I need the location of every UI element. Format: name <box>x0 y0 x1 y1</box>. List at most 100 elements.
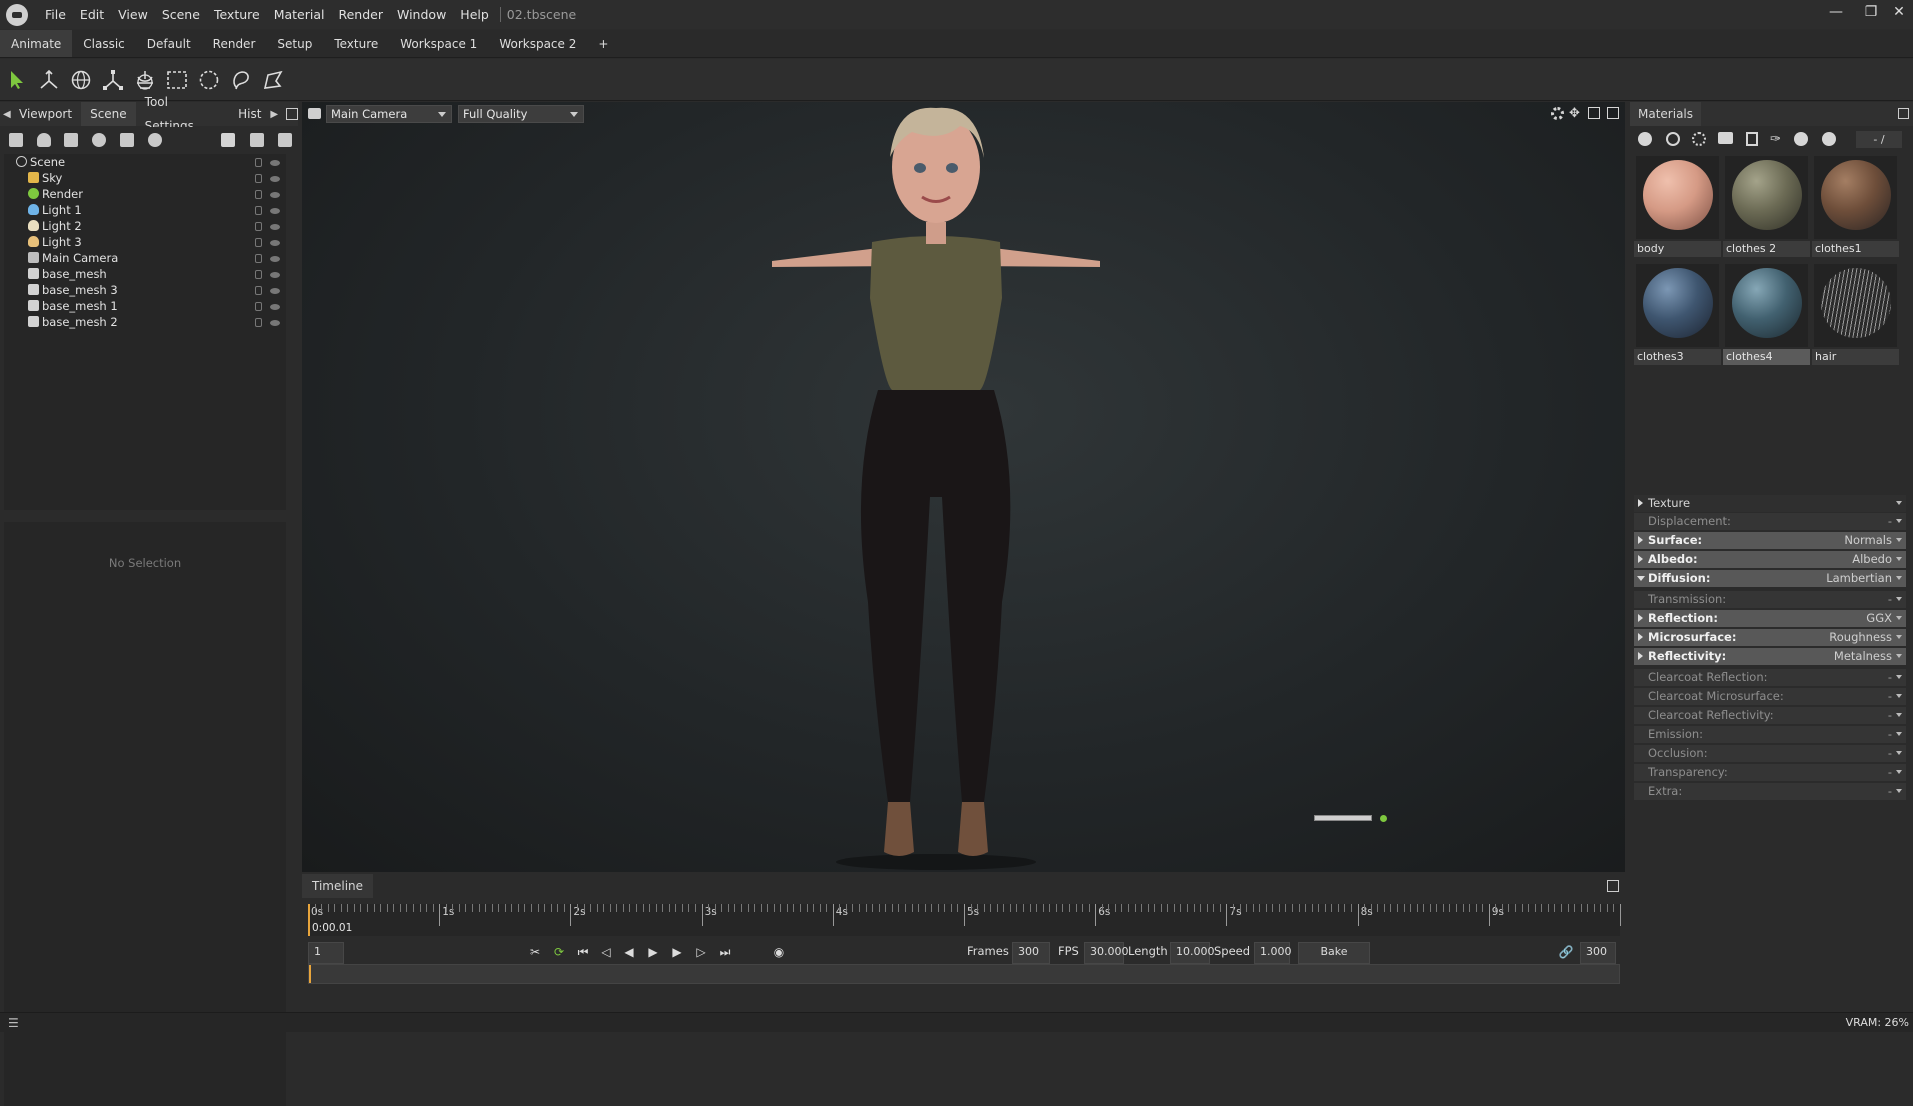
frame-forward-icon[interactable]: ▶ <box>670 945 684 959</box>
current-frame-input[interactable]: 1 <box>308 942 344 964</box>
property-row[interactable]: Microsurface: Roughness <box>1634 629 1906 646</box>
lock-icon[interactable] <box>255 174 262 183</box>
tab-workspace-1[interactable]: Workspace 1 <box>389 30 488 57</box>
add-workspace-button[interactable]: + <box>587 30 619 57</box>
property-row[interactable]: Transmission: - <box>1634 591 1906 608</box>
picker-icon[interactable]: ✑ <box>1770 132 1781 147</box>
material-clothes3[interactable]: clothes3 <box>1634 262 1721 367</box>
menu-edit[interactable]: Edit <box>73 7 111 22</box>
tree-item-light-2[interactable]: Light 2 <box>4 219 286 235</box>
eye-icon[interactable] <box>270 176 280 182</box>
apply-icon[interactable] <box>1794 132 1808 146</box>
material-clothes-2[interactable]: clothes 2 <box>1723 154 1810 259</box>
playhead[interactable] <box>308 904 310 936</box>
tree-item-base-mesh[interactable]: base_mesh <box>4 267 286 283</box>
property-row[interactable]: Extra: - <box>1634 783 1906 800</box>
tabs-scroll-right-icon[interactable]: ▶ <box>270 109 278 120</box>
duplicate-icon[interactable] <box>250 133 264 147</box>
keyframe-track[interactable] <box>308 964 1620 984</box>
scale-icon[interactable] <box>100 67 126 93</box>
lock-icon[interactable] <box>255 286 262 295</box>
add-group-icon[interactable] <box>92 133 106 147</box>
polygon-select-icon[interactable] <box>260 67 286 93</box>
step-back-icon[interactable]: ◁ <box>599 945 613 959</box>
speed-input[interactable]: 1.000 <box>1254 942 1292 964</box>
lock-icon[interactable] <box>255 158 262 167</box>
eye-icon[interactable] <box>270 256 280 262</box>
quality-select[interactable]: Full Quality <box>458 105 584 123</box>
duplicate-material-icon[interactable] <box>1666 132 1680 146</box>
scissors-icon[interactable]: ✂ <box>528 945 542 959</box>
gear-icon[interactable] <box>1551 107 1564 120</box>
tab-animate[interactable]: Animate <box>0 30 73 57</box>
menu-file[interactable]: File <box>38 7 73 22</box>
lock-icon[interactable] <box>255 190 262 199</box>
skip-end-icon[interactable]: ⏭ <box>718 945 732 959</box>
property-row[interactable]: Reflection: GGX <box>1634 610 1906 627</box>
menu-view[interactable]: View <box>111 7 155 22</box>
property-row[interactable]: Displacement: - <box>1634 513 1906 530</box>
material-hair[interactable]: hair <box>1812 262 1899 367</box>
tab-default[interactable]: Default <box>136 30 202 57</box>
minimize-icon[interactable]: — <box>1826 4 1846 24</box>
menu-icon[interactable]: ☰ <box>8 1016 19 1030</box>
property-row[interactable]: Emission: - <box>1634 726 1906 743</box>
property-row[interactable]: Reflectivity: Metalness <box>1634 648 1906 665</box>
popout-icon[interactable] <box>286 108 298 120</box>
material-body[interactable]: body <box>1634 154 1721 259</box>
folder-icon[interactable] <box>221 133 235 147</box>
menu-render[interactable]: Render <box>331 7 390 22</box>
property-row[interactable]: Clearcoat Microsurface: - <box>1634 688 1906 705</box>
menu-help[interactable]: Help <box>453 7 496 22</box>
tabs-scroll-left-icon[interactable]: ◀ <box>0 109 11 120</box>
maximize-icon[interactable] <box>1588 107 1600 119</box>
eye-icon[interactable] <box>270 288 280 294</box>
eye-icon[interactable] <box>270 160 280 166</box>
tab-scene[interactable]: Scene <box>81 102 136 126</box>
loop-icon[interactable]: ⟳ <box>552 945 566 959</box>
skip-start-icon[interactable]: ⏮ <box>576 945 590 959</box>
select-arrow-icon[interactable] <box>4 67 30 93</box>
material-clothes4[interactable]: clothes4 <box>1723 262 1810 367</box>
tab-workspace-2[interactable]: Workspace 2 <box>488 30 587 57</box>
frames-input[interactable]: 300 <box>1012 942 1050 964</box>
tab-render[interactable]: Render <box>202 30 267 57</box>
frame-back-icon[interactable]: ◀ <box>622 945 636 959</box>
add-mesh-icon[interactable] <box>9 133 23 147</box>
tab-setup[interactable]: Setup <box>266 30 323 57</box>
property-row[interactable]: Occlusion: - <box>1634 745 1906 762</box>
popout-icon[interactable] <box>1898 108 1909 119</box>
tree-item-sky[interactable]: Sky <box>4 171 286 187</box>
restore-icon[interactable]: ❐ <box>1861 4 1881 24</box>
property-row[interactable]: Albedo: Albedo <box>1634 551 1906 568</box>
texture-header[interactable]: Texture <box>1634 495 1906 512</box>
menu-window[interactable]: Window <box>390 7 453 22</box>
rotate-icon[interactable] <box>68 67 94 93</box>
tree-item-scene[interactable]: Scene <box>4 155 286 171</box>
viewport[interactable] <box>302 102 1625 872</box>
lock-icon[interactable] <box>255 270 262 279</box>
export-icon[interactable] <box>1822 132 1836 146</box>
play-icon[interactable]: ▶ <box>646 945 660 959</box>
eye-icon[interactable] <box>270 240 280 246</box>
property-row[interactable]: Clearcoat Reflection: - <box>1634 669 1906 686</box>
fps-input[interactable]: 30.000 <box>1084 942 1129 964</box>
material-clothes1[interactable]: clothes1 <box>1812 154 1899 259</box>
bake-speed-button[interactable]: Bake Speed <box>1298 942 1370 976</box>
transform-icon[interactable] <box>36 67 62 93</box>
tab-classic[interactable]: Classic <box>72 30 136 57</box>
property-row[interactable]: Clearcoat Reflectivity: - <box>1634 707 1906 724</box>
property-row[interactable]: Surface: Normals <box>1634 532 1906 549</box>
length-input[interactable]: 10.000 <box>1170 942 1215 964</box>
tree-item-main-camera[interactable]: Main Camera <box>4 251 286 267</box>
tree-item-base-mesh-2[interactable]: base_mesh 2 <box>4 315 286 331</box>
eye-icon[interactable] <box>270 224 280 230</box>
lock-icon[interactable] <box>255 206 262 215</box>
trash-icon[interactable] <box>1746 132 1758 146</box>
property-row[interactable]: Diffusion: Lambertian <box>1634 570 1906 587</box>
popout-icon[interactable] <box>1607 880 1619 892</box>
tree-item-base-mesh-1[interactable]: base_mesh 1 <box>4 299 286 315</box>
lock-icon[interactable] <box>255 318 262 327</box>
add-sphere-icon[interactable] <box>148 133 162 147</box>
add-camera-icon[interactable] <box>64 133 78 147</box>
